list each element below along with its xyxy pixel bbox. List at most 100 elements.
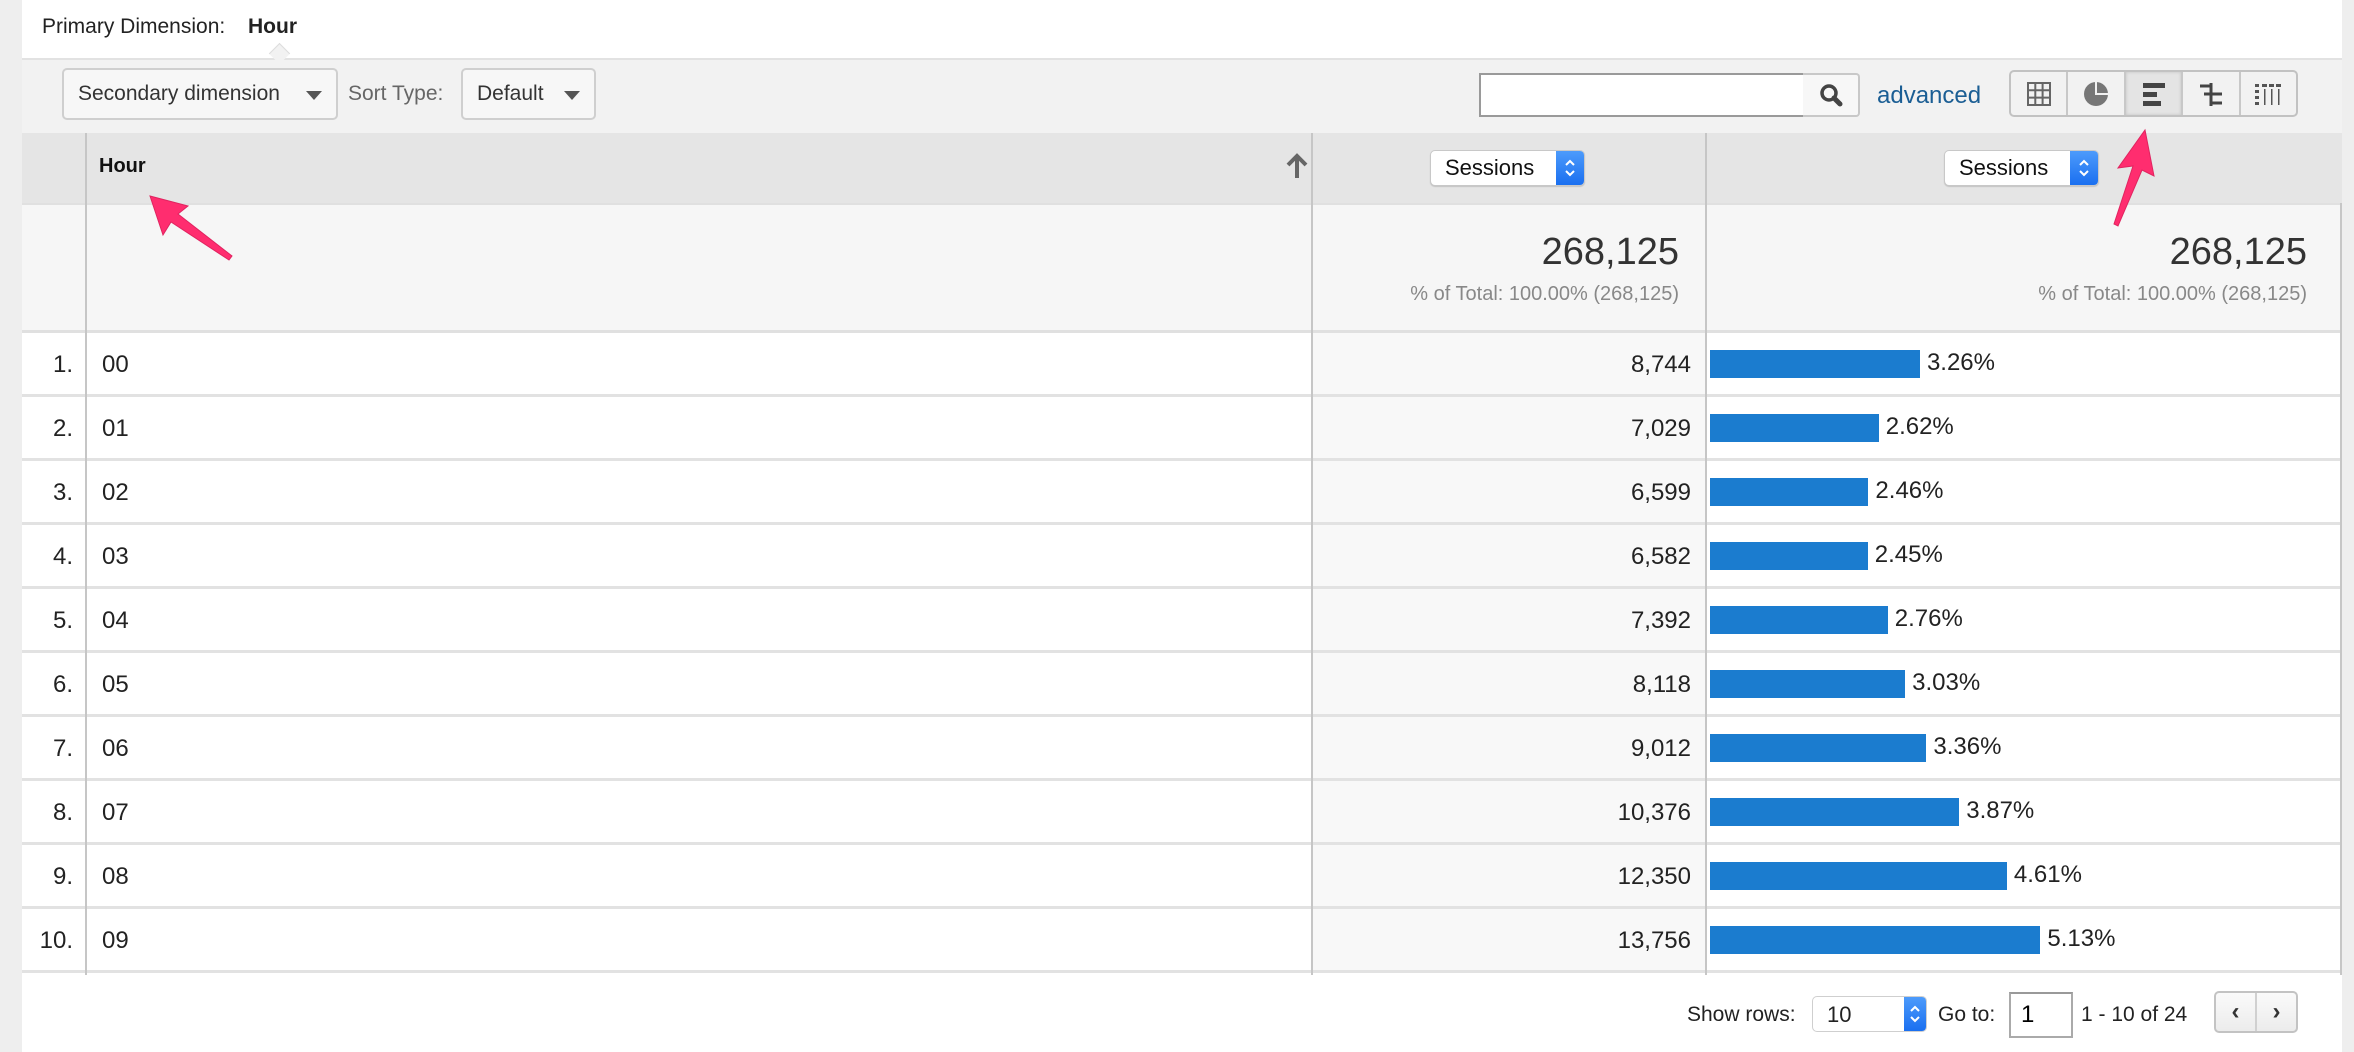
table-filter-input[interactable]: [1479, 73, 1804, 117]
view-data-table-button[interactable]: [2011, 72, 2069, 115]
hour-cell[interactable]: 01: [102, 415, 129, 443]
select-stepper-icon: [1556, 151, 1584, 185]
metric-select-value: Sessions: [1445, 155, 1535, 180]
secondary-dimension-label: Secondary dimension: [78, 82, 280, 105]
hour-cell[interactable]: 00: [102, 351, 129, 379]
sessions-cell: 8,118: [1632, 671, 1691, 698]
totals-row: 268,125 % of Total: 100.00% (268,125) 26…: [22, 203, 2342, 333]
sessions-share-bar: [1710, 798, 1960, 826]
hour-cell[interactable]: 09: [102, 927, 129, 955]
hour-cell[interactable]: 06: [102, 735, 129, 763]
table-header-row: Hour Sessions Sessions: [22, 133, 2342, 203]
table-row: 5. 04 7,392 2.76%: [22, 589, 2342, 653]
search-button[interactable]: [1803, 73, 1860, 117]
view-performance-button[interactable]: [2125, 72, 2184, 115]
primary-dimension-label: Primary Dimension:: [42, 15, 226, 38]
table-row: 6. 05 8,118 3.03%: [22, 653, 2342, 717]
column-header-hour[interactable]: Hour: [99, 155, 146, 178]
metric-select-sessions[interactable]: Sessions: [1430, 150, 1585, 186]
table-row: 2. 01 7,029 2.62%: [22, 397, 2342, 461]
sessions-share-bar: [1710, 862, 2007, 890]
dropdown-triangle-icon: [564, 91, 580, 100]
pivot-icon: [2255, 83, 2282, 105]
show-rows-label: Show rows:: [1687, 1003, 1796, 1026]
view-mode-toggle: [2009, 70, 2298, 117]
row-index: 2.: [52, 415, 73, 442]
row-index: 3.: [52, 479, 73, 506]
total-bar-sessions-percent: % of Total: 100.00% (268,125): [2038, 283, 2307, 305]
select-stepper-icon: [1904, 997, 1926, 1031]
table-row: 4. 03 6,582 2.45%: [22, 525, 2342, 589]
total-sessions-value: 268,125: [1541, 231, 1679, 273]
sessions-share-bar: [1710, 606, 1888, 634]
total-bar-sessions-value: 268,125: [2169, 231, 2307, 273]
sessions-share-bar: [1710, 670, 1906, 698]
sessions-cell: 6,582: [1630, 543, 1691, 570]
sessions-share-bar: [1710, 350, 1920, 378]
sessions-cell: 9,012: [1630, 735, 1691, 762]
table-row: 7. 06 9,012 3.36%: [22, 717, 2342, 781]
sort-type-dropdown[interactable]: Default: [461, 68, 596, 120]
sessions-share-bar: [1710, 542, 1868, 570]
sort-type-value: Default: [477, 82, 544, 105]
dropdown-triangle-icon: [306, 91, 322, 100]
sessions-share-label: 2.46%: [1875, 477, 1944, 504]
view-pivot-button[interactable]: [2241, 72, 2296, 115]
table-row: 1. 00 8,744 3.26%: [22, 333, 2342, 397]
sessions-share-label: 2.76%: [1894, 605, 1963, 632]
row-index: 9.: [52, 863, 73, 890]
sessions-share-label: 2.45%: [1874, 541, 1943, 568]
goto-label: Go to:: [1938, 1003, 1996, 1026]
sessions-cell: 12,350: [1617, 863, 1691, 890]
table-row: 9. 08 12,350 4.61%: [22, 845, 2342, 909]
show-rows-select[interactable]: 10: [1812, 996, 1927, 1032]
hour-cell[interactable]: 05: [102, 671, 129, 699]
grid-icon: [2026, 81, 2051, 106]
row-index: 8.: [52, 799, 73, 826]
bar-chart-icon: [2142, 82, 2165, 106]
comparison-icon: [2199, 82, 2222, 106]
pagination-range: 1 - 10 of 24: [2081, 1003, 2188, 1026]
hour-cell[interactable]: 04: [102, 607, 129, 635]
sessions-cell: 10,376: [1617, 799, 1691, 826]
sessions-share-label: 3.87%: [1966, 797, 2035, 824]
row-index: 1.: [52, 351, 73, 378]
metric-select-bar-sessions[interactable]: Sessions: [1944, 150, 2099, 186]
goto-page-input[interactable]: [2009, 992, 2073, 1038]
metric-select-value: Sessions: [1959, 155, 2049, 180]
row-index: 10.: [39, 927, 73, 954]
column-divider: [1705, 133, 1707, 975]
sort-ascending-icon[interactable]: [1284, 151, 1310, 186]
hour-cell[interactable]: 03: [102, 543, 129, 571]
hour-cell[interactable]: 07: [102, 799, 129, 827]
pagination-buttons: ‹ ›: [2214, 991, 2298, 1033]
view-comparison-button[interactable]: [2183, 72, 2241, 115]
report-panel: Primary Dimension: Hour Secondary dimens…: [22, 0, 2342, 1052]
primary-dimension-hour[interactable]: Hour: [248, 15, 297, 39]
table-row: 3. 02 6,599 2.46%: [22, 461, 2342, 525]
sessions-share-bar: [1710, 478, 1869, 506]
sessions-share-bar: [1710, 734, 1927, 762]
view-percentage-button[interactable]: [2068, 72, 2126, 115]
sessions-share-label: 5.13%: [2047, 925, 2116, 952]
search-icon: [1820, 84, 1843, 107]
advanced-filter-link[interactable]: advanced: [1877, 82, 1981, 110]
sessions-share-label: 2.62%: [1885, 413, 1954, 440]
sessions-share-label: 4.61%: [2013, 861, 2082, 888]
chevron-left-icon: ‹: [2231, 998, 2240, 1025]
total-sessions-percent: % of Total: 100.00% (268,125): [1410, 283, 1679, 305]
chevron-right-icon: ›: [2272, 998, 2281, 1025]
hour-cell[interactable]: 02: [102, 479, 129, 507]
sessions-cell: 8,744: [1630, 351, 1691, 378]
secondary-dimension-dropdown[interactable]: Secondary dimension: [62, 68, 338, 120]
sessions-cell: 13,756: [1617, 927, 1691, 954]
sessions-cell: 7,392: [1630, 607, 1691, 634]
column-divider: [1311, 133, 1313, 975]
hour-cell[interactable]: 08: [102, 863, 129, 891]
sessions-share-bar: [1710, 926, 2041, 954]
pie-chart-icon: [2084, 81, 2109, 106]
table-row: 8. 07 10,376 3.87%: [22, 781, 2342, 845]
previous-page-button[interactable]: ‹: [2216, 993, 2257, 1031]
sessions-share-label: 3.36%: [1933, 733, 2002, 760]
next-page-button[interactable]: ›: [2257, 993, 2296, 1031]
